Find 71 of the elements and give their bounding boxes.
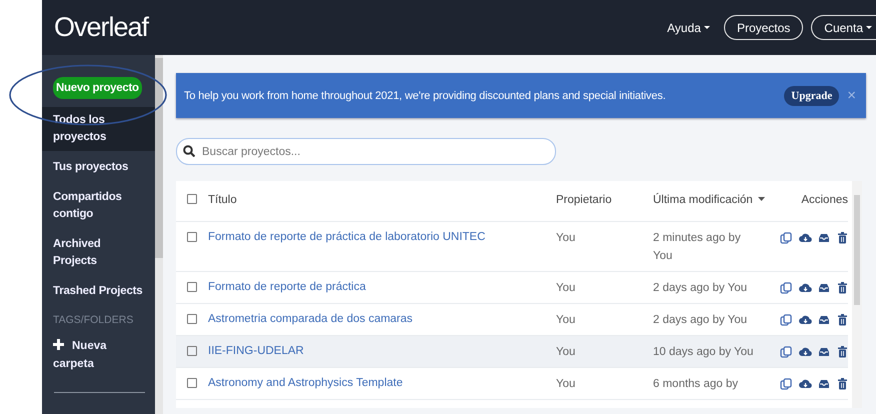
copy-icon[interactable]: [780, 282, 793, 294]
checkbox[interactable]: [187, 346, 197, 356]
sort-caret-icon[interactable]: [758, 197, 765, 201]
project-link[interactable]: Astronomy and Astrophysics Template: [208, 377, 403, 389]
modified-text: 6 months ago by: [653, 377, 738, 392]
column-header[interactable]: Última modificación: [653, 194, 765, 206]
cloud-download-icon[interactable]: [799, 314, 812, 326]
modified-text: 10 days ago by You: [653, 345, 754, 360]
caret-icon[interactable]: [704, 26, 710, 29]
table-row[interactable]: Formato de reporte de práctica You 2 days ago by You: [176, 272, 848, 304]
modified-text: 2 days ago by You: [653, 281, 747, 296]
column-header[interactable]: Título: [208, 194, 237, 206]
logo[interactable]: Overleaf: [54, 12, 148, 43]
owner-text: You: [556, 231, 576, 246]
column-header[interactable]: Acciones: [801, 194, 848, 206]
owner-text: You: [556, 281, 576, 296]
upgrade-button[interactable]: Upgrade: [784, 86, 840, 106]
section-label: TAGS/FOLDERS: [52, 313, 134, 328]
table-row[interactable]: IIE-FING-UDELAR You 10 days ago by You: [176, 336, 848, 368]
checkbox[interactable]: [187, 194, 197, 204]
copy-icon[interactable]: [780, 232, 793, 244]
checkbox[interactable]: [187, 282, 197, 292]
checkbox[interactable]: [187, 378, 197, 388]
owner-text: You: [556, 313, 576, 328]
inbox-icon[interactable]: [818, 282, 831, 294]
cloud-download-icon[interactable]: [799, 378, 812, 390]
scrollbar[interactable]: [852, 181, 862, 408]
sidebar-item[interactable]: Todos los proyectos: [42, 107, 155, 151]
new-project-button[interactable]: Nuevo proyecto: [53, 77, 142, 99]
new-folder-link[interactable]: Nueva carpeta: [42, 334, 134, 376]
sidebar-item[interactable]: Tus proyectos: [42, 154, 155, 181]
column-header[interactable]: Propietario: [556, 194, 612, 206]
trash-icon[interactable]: [837, 346, 848, 358]
project-link[interactable]: Formato de reporte de práctica: [208, 281, 366, 293]
cloud-download-icon[interactable]: [799, 346, 812, 358]
cloud-download-icon[interactable]: [799, 232, 812, 244]
search-icon[interactable]: [183, 145, 195, 157]
plus-icon[interactable]: [53, 339, 64, 350]
owner-text: You: [556, 345, 576, 360]
sidebar-item[interactable]: Archived Projects: [42, 231, 155, 275]
project-link[interactable]: IIE-FING-UDELAR: [208, 345, 304, 357]
nav-button[interactable]: Ayuda: [661, 15, 716, 40]
copy-icon[interactable]: [780, 314, 793, 326]
caret-icon[interactable]: [866, 26, 872, 29]
trash-icon[interactable]: [837, 314, 848, 326]
trash-icon[interactable]: [837, 232, 848, 244]
inbox-icon[interactable]: [818, 346, 831, 358]
project-link[interactable]: Astrometria comparada de dos camaras: [208, 313, 413, 325]
inbox-icon[interactable]: [818, 378, 831, 390]
trash-icon[interactable]: [837, 282, 848, 294]
modified-text: 2 minutes ago by You: [653, 231, 742, 264]
sidebar-item[interactable]: Compartidos contigo: [42, 184, 155, 228]
copy-icon[interactable]: [780, 378, 793, 390]
project-link[interactable]: Formato de reporte de práctica de laboratorio UNITEC: [208, 231, 486, 243]
checkbox[interactable]: [187, 232, 197, 242]
cloud-download-icon[interactable]: [799, 282, 812, 294]
inbox-icon[interactable]: [818, 314, 831, 326]
scrollbar[interactable]: [155, 55, 163, 414]
trash-icon[interactable]: [837, 378, 848, 390]
table-row[interactable]: Astronomy and Astrophysics Template You 6 months ago by: [176, 368, 848, 400]
checkbox[interactable]: [187, 314, 197, 324]
nav-button[interactable]: Proyectos: [724, 15, 804, 40]
modified-text: 2 days ago by You: [653, 313, 747, 328]
search-field[interactable]: Buscar proyectos...: [176, 138, 556, 165]
copy-icon[interactable]: [780, 346, 793, 358]
owner-text: You: [556, 377, 576, 392]
banner-text: To help you work from home throughout 2021, we're providing discounted plans and special initiatives.: [184, 90, 667, 102]
inbox-icon[interactable]: [818, 232, 831, 244]
sidebar-item[interactable]: Trashed Projects: [42, 278, 155, 305]
table-row[interactable]: Formato de reporte de práctica de laboratorio UNITEC You 2 minutes ago by You: [176, 222, 848, 272]
nav-button[interactable]: Cuenta: [811, 15, 876, 40]
